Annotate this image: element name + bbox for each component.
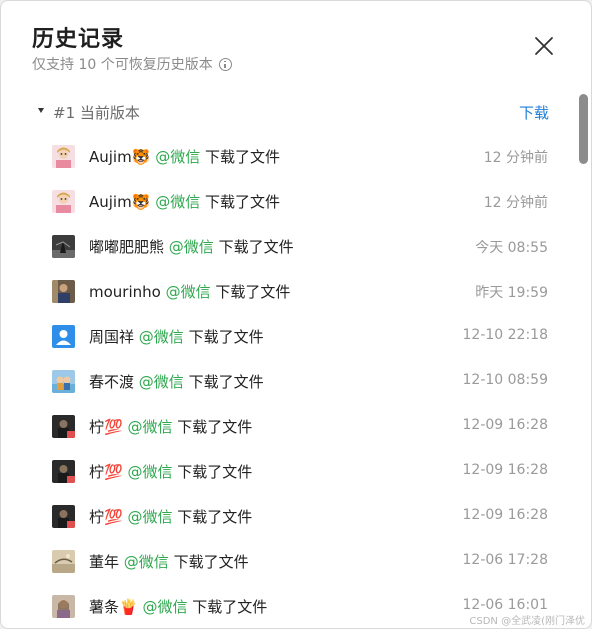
scrollbar-thumb[interactable] (579, 94, 588, 164)
source-label: @微信 (127, 418, 173, 436)
record-time: 12-09 16:28 (462, 462, 548, 478)
record-time: 12-10 08:59 (462, 372, 548, 388)
record-text: 嘟嘟肥肥熊 @微信 下载了文件 (89, 236, 294, 257)
history-record-row[interactable]: 柠💯 @微信 下载了文件 12-09 16:28 (1, 449, 561, 494)
record-text: 柠💯 @微信 下载了文件 (89, 461, 252, 482)
action-label: 下载了文件 (173, 553, 249, 571)
dialog-title: 历史记录 (32, 27, 125, 52)
user-avatar (52, 370, 75, 393)
record-text: Aujim🐯 @微信 下载了文件 (89, 146, 280, 167)
user-name: 嘟嘟肥肥熊 (89, 238, 165, 256)
caret-down-icon[interactable] (38, 108, 44, 113)
action-label: 下载了文件 (215, 283, 291, 301)
record-text: 董年 @微信 下载了文件 (89, 551, 249, 572)
close-button[interactable] (531, 33, 557, 59)
source-label: @微信 (165, 283, 211, 301)
record-text: 柠💯 @微信 下载了文件 (89, 416, 252, 437)
user-name: 周国祥 (89, 328, 135, 346)
history-record-row[interactable]: Aujim🐯 @微信 下载了文件 12 分钟前 (1, 179, 561, 224)
user-name: Aujim (89, 148, 132, 166)
user-avatar (52, 595, 75, 618)
action-label: 下载了文件 (204, 193, 280, 211)
source-label: @微信 (155, 148, 201, 166)
user-avatar (52, 190, 75, 213)
history-record-row[interactable]: Aujim🐯 @微信 下载了文件 12 分钟前 (1, 134, 561, 179)
record-time: 12-09 16:28 (462, 417, 548, 433)
info-icon[interactable] (218, 57, 232, 71)
record-text: Aujim🐯 @微信 下载了文件 (89, 191, 280, 212)
user-avatar (52, 505, 75, 528)
action-label: 下载了文件 (192, 598, 268, 616)
record-time: 昨天 19:59 (475, 285, 548, 301)
user-name: 柠 (89, 508, 105, 526)
action-label: 下载了文件 (218, 238, 294, 256)
record-text: 春不渡 @微信 下载了文件 (89, 371, 264, 392)
user-avatar (52, 145, 75, 168)
record-text: 柠💯 @微信 下载了文件 (89, 506, 252, 527)
version-header[interactable]: #1 当前版本 下载 (37, 102, 549, 124)
history-record-row[interactable]: 春不渡 @微信 下载了文件 12-10 08:59 (1, 359, 561, 404)
record-text: 周国祥 @微信 下载了文件 (89, 326, 264, 347)
user-name-emoji: 🐯 (131, 193, 151, 211)
history-record-row[interactable]: 周国祥 @微信 下载了文件 12-10 22:18 (1, 314, 561, 359)
history-dialog: 历史记录 仅支持 10 个可恢复历史版本 #1 当前版本 下载 Aujim🐯 @… (0, 0, 592, 629)
user-name: 春不渡 (89, 373, 135, 391)
subtitle-text: 仅支持 10 个可恢复历史版本 (32, 57, 213, 73)
user-avatar (52, 235, 75, 258)
source-label: @微信 (127, 463, 173, 481)
user-name: 柠 (89, 463, 105, 481)
source-label: @微信 (138, 373, 184, 391)
record-time: 12 分钟前 (483, 150, 548, 166)
source-label: @微信 (155, 193, 201, 211)
user-name-emoji: 💯 (104, 508, 123, 526)
record-time: 12-06 17:28 (462, 552, 548, 568)
action-label: 下载了文件 (177, 418, 253, 436)
record-time: 12-09 16:28 (462, 507, 548, 523)
history-record-row[interactable]: 嘟嘟肥肥熊 @微信 下载了文件 今天 08:55 (1, 224, 561, 269)
user-avatar (52, 550, 75, 573)
user-name: 董年 (89, 553, 120, 571)
version-label: #1 当前版本 (53, 104, 140, 122)
dialog-subtitle: 仅支持 10 个可恢复历史版本 (32, 54, 232, 74)
close-icon (535, 37, 553, 55)
record-time: 12-10 22:18 (462, 327, 548, 343)
record-time: 12-06 16:01 (462, 597, 548, 613)
action-label: 下载了文件 (188, 328, 264, 346)
user-name-emoji: 🐯 (131, 148, 151, 166)
source-label: @微信 (138, 328, 184, 346)
user-name-emoji: 💯 (104, 463, 123, 481)
history-record-row[interactable]: 柠💯 @微信 下载了文件 12-09 16:28 (1, 404, 561, 449)
source-label: @微信 (123, 553, 169, 571)
user-avatar (52, 460, 75, 483)
user-name: mourinho (89, 283, 161, 301)
action-label: 下载了文件 (204, 148, 280, 166)
history-record-row[interactable]: 董年 @微信 下载了文件 12-06 17:28 (1, 539, 561, 584)
action-label: 下载了文件 (177, 508, 253, 526)
source-label: @微信 (142, 598, 188, 616)
user-name: 柠 (89, 418, 105, 436)
record-time: 今天 08:55 (475, 240, 548, 256)
record-text: 薯条🍟 @微信 下载了文件 (89, 596, 267, 617)
source-label: @微信 (168, 238, 214, 256)
record-time: 12 分钟前 (483, 195, 548, 211)
action-label: 下载了文件 (177, 463, 253, 481)
user-name-emoji: 🍟 (119, 598, 138, 616)
user-name-emoji: 💯 (104, 418, 123, 436)
source-label: @微信 (127, 508, 173, 526)
watermark: CSDN @全武凌(刚门泽优 (469, 616, 585, 627)
download-link[interactable]: 下载 (519, 102, 549, 123)
action-label: 下载了文件 (188, 373, 264, 391)
history-record-row[interactable]: 柠💯 @微信 下载了文件 12-09 16:28 (1, 494, 561, 539)
user-avatar (52, 415, 75, 438)
record-text: mourinho @微信 下载了文件 (89, 281, 290, 302)
user-avatar (52, 280, 75, 303)
user-name: 薯条 (89, 598, 120, 616)
history-record-row[interactable]: mourinho @微信 下载了文件 昨天 19:59 (1, 269, 561, 314)
user-avatar (52, 325, 75, 348)
user-name: Aujim (89, 193, 132, 211)
